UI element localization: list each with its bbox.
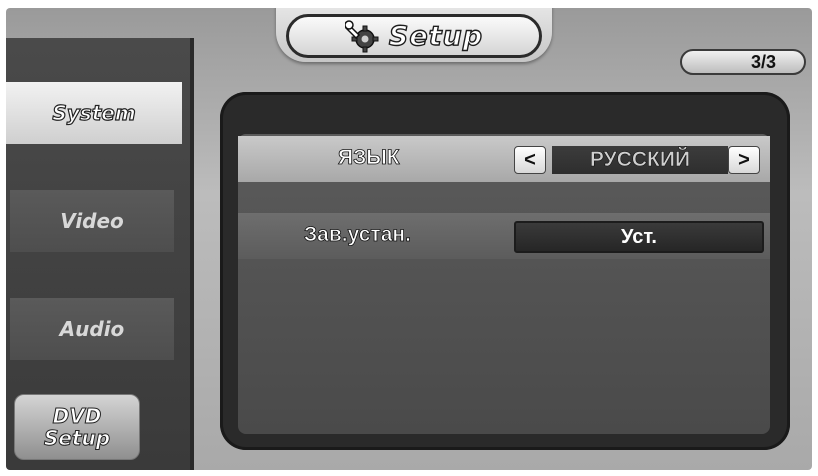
- sidebar-item-label: Video: [60, 209, 124, 233]
- factory-reset-button[interactable]: Уст.: [514, 221, 764, 253]
- language-value: РУССКИЙ: [552, 146, 728, 174]
- sidebar-item-label: DVD Setup: [43, 404, 111, 450]
- sidebar-item-dvd-setup[interactable]: DVD Setup: [14, 394, 140, 460]
- language-next-button[interactable]: >: [728, 146, 760, 174]
- title-text: Setup: [388, 20, 484, 52]
- page-title: Setup: [286, 14, 542, 58]
- wrench-gear-icon: [344, 19, 379, 53]
- factory-reset-label: Зав.устан.: [304, 223, 412, 247]
- page-indicator: 3/3: [680, 49, 806, 75]
- sidebar-item-label: Audio: [59, 317, 125, 341]
- sidebar: System Video Audio DVD Setup: [6, 38, 194, 470]
- sidebar-item-label: System: [52, 101, 137, 125]
- setup-screen: System Video Audio DVD Setup Setup 3/3 Я…: [6, 8, 812, 470]
- sidebar-item-video[interactable]: Video: [10, 190, 174, 252]
- sidebar-item-audio[interactable]: Audio: [10, 298, 174, 360]
- sidebar-item-system[interactable]: System: [6, 82, 182, 144]
- language-prev-button[interactable]: <: [514, 146, 546, 174]
- language-label: ЯЗЫК: [338, 146, 400, 170]
